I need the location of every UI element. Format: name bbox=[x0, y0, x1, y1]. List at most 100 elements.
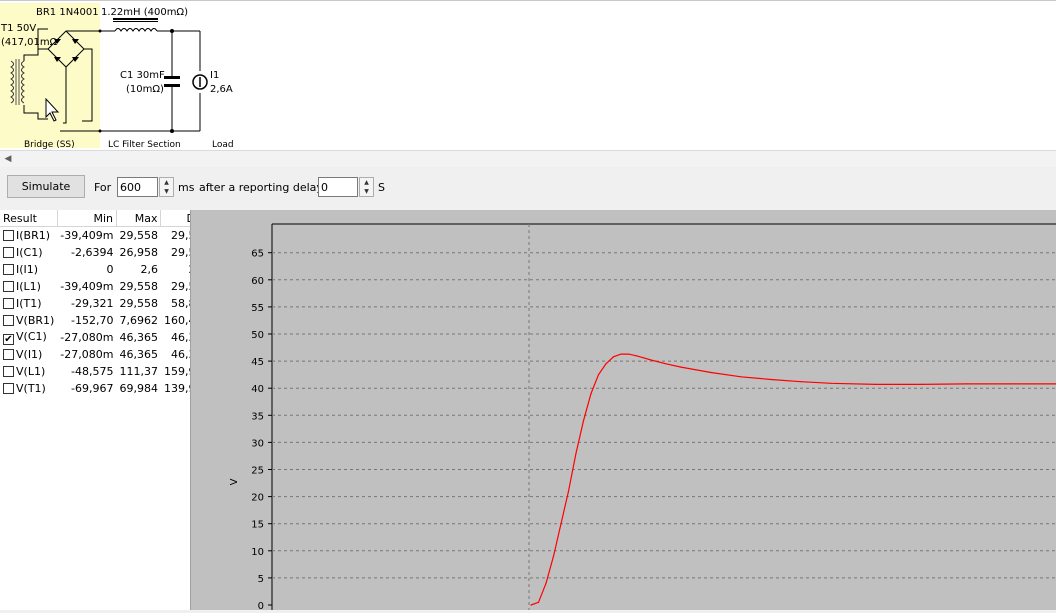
spin-down-icon[interactable]: ▼ bbox=[160, 187, 173, 196]
data-point bbox=[965, 383, 967, 385]
data-point bbox=[800, 381, 802, 383]
spin-up-icon[interactable]: ▲ bbox=[360, 178, 373, 187]
capacitor-label[interactable]: C1 30mF bbox=[120, 70, 165, 81]
load-current-label[interactable]: 2,6A bbox=[210, 84, 233, 95]
result-checkbox[interactable] bbox=[3, 230, 14, 241]
transformer-label[interactable]: T1 50V bbox=[1, 23, 36, 34]
result-name: I(BR1) bbox=[16, 229, 51, 242]
result-row[interactable]: I(I1) 0 2,62 bbox=[0, 261, 190, 278]
data-point bbox=[627, 353, 630, 355]
y-tick-label: 60 bbox=[251, 276, 264, 287]
result-checkbox[interactable] bbox=[3, 315, 14, 326]
result-max: 69,984 bbox=[119, 382, 158, 395]
capacitor-esr-label[interactable]: (10mΩ) bbox=[126, 84, 164, 95]
result-name-cell[interactable]: I(T1) bbox=[0, 295, 57, 312]
result-row[interactable]: V(L1) -48,575 111,37 159,9 bbox=[0, 363, 190, 380]
result-name: V(BR1) bbox=[16, 314, 55, 327]
data-point bbox=[545, 582, 547, 584]
result-name-cell[interactable]: ✔ V(C1) bbox=[0, 329, 57, 346]
data-point bbox=[582, 420, 585, 422]
y-tick-label: 45 bbox=[251, 357, 264, 368]
data-point bbox=[605, 363, 607, 365]
result-min: -39,409m bbox=[60, 229, 114, 242]
y-tick-label: 30 bbox=[251, 438, 264, 449]
bridge-label[interactable]: BR1 1N4001 bbox=[36, 7, 99, 18]
data-point bbox=[590, 393, 592, 395]
scroll-left-arrow-icon[interactable]: ◀ bbox=[0, 151, 16, 167]
result-row[interactable]: V(BR1) -152,70 7,6962 160,4 bbox=[0, 312, 190, 329]
result-name-cell[interactable]: I(BR1) bbox=[0, 227, 57, 245]
spin-up-icon[interactable]: ▲ bbox=[160, 178, 173, 187]
result-row[interactable]: I(C1) -2,6394 26,958 29,5 bbox=[0, 244, 190, 261]
data-point bbox=[665, 363, 667, 365]
load-label[interactable]: I1 bbox=[210, 70, 219, 81]
result-min: 0 bbox=[106, 263, 114, 276]
result-checkbox[interactable] bbox=[3, 247, 14, 258]
result-min: -48,575 bbox=[71, 365, 114, 378]
simulate-button[interactable]: Simulate bbox=[7, 175, 85, 198]
delay-input[interactable] bbox=[318, 177, 358, 197]
data-point bbox=[567, 490, 570, 492]
result-row[interactable]: ✔V(C1)-27,080m46,36546,3 bbox=[0, 329, 190, 346]
result-d: 160,4 bbox=[163, 314, 190, 327]
result-max: 46,365 bbox=[119, 331, 158, 344]
result-checkbox[interactable] bbox=[3, 383, 14, 394]
y-tick-label: 65 bbox=[251, 249, 264, 260]
result-name-cell[interactable]: I(I1) bbox=[0, 261, 57, 278]
result-row[interactable]: V(I1) -27,080m 46,365 46,3 bbox=[0, 346, 190, 363]
result-max: 46,365 bbox=[119, 348, 158, 361]
result-max: 29,558 bbox=[119, 297, 158, 310]
result-checkbox[interactable] bbox=[3, 281, 14, 292]
result-name: V(L1) bbox=[16, 365, 46, 378]
inductor-label[interactable]: 1.22mH (400mΩ) bbox=[101, 7, 188, 18]
result-name: I(L1) bbox=[16, 280, 41, 293]
schematic-panel: BR1 1N4001 1.22mH (400mΩ) T1 50V (417,01… bbox=[0, 0, 1056, 151]
data-point bbox=[650, 359, 652, 361]
result-max: 7,6962 bbox=[119, 314, 158, 327]
data-point bbox=[620, 353, 622, 355]
result-min: -39,409m bbox=[60, 280, 114, 293]
result-row[interactable]: V(T1) -69,967 69,984 139,9 bbox=[0, 380, 190, 397]
result-name-cell[interactable]: I(C1) bbox=[0, 244, 57, 261]
result-max: 111,37 bbox=[119, 365, 158, 378]
result-d: 29,5 bbox=[170, 229, 190, 242]
y-tick-label: 40 bbox=[251, 384, 264, 395]
spin-down-icon[interactable]: ▼ bbox=[360, 187, 373, 196]
result-name-cell[interactable]: V(I1) bbox=[0, 346, 57, 363]
result-name: I(T1) bbox=[16, 297, 42, 310]
result-min: -69,967 bbox=[71, 382, 114, 395]
column-header-d[interactable]: D bbox=[160, 210, 190, 227]
column-header-max[interactable]: Max bbox=[116, 210, 162, 227]
result-name-cell[interactable]: I(L1) bbox=[0, 278, 57, 295]
result-min: -27,080m bbox=[60, 348, 114, 361]
data-point bbox=[575, 452, 577, 454]
result-max: 26,958 bbox=[119, 246, 158, 259]
result-row[interactable]: I(L1) -39,409m 29,558 29,5 bbox=[0, 278, 190, 295]
result-row[interactable]: I(BR1) -39,409m 29,558 29,5 bbox=[0, 227, 190, 245]
result-name-cell[interactable]: V(BR1) bbox=[0, 312, 57, 329]
result-checkbox[interactable] bbox=[3, 349, 14, 360]
column-header-min[interactable]: Min bbox=[57, 210, 117, 227]
column-header-result[interactable]: Result bbox=[0, 210, 58, 227]
result-d: 46,3 bbox=[170, 348, 190, 361]
delay-spinner[interactable]: ▲ ▼ bbox=[359, 177, 374, 197]
result-d: 29,5 bbox=[170, 280, 190, 293]
result-checkbox[interactable] bbox=[3, 264, 14, 275]
chart-area: 0 5 10 15 20 25 30 35 40 45 50 55 60 65 V bbox=[191, 210, 1056, 612]
result-name-cell[interactable]: V(L1) bbox=[0, 363, 57, 380]
result-row[interactable]: I(T1) -29,321 29,558 58,8 bbox=[0, 295, 190, 312]
duration-input[interactable] bbox=[117, 177, 158, 197]
horizontal-scrollbar[interactable]: ◀ bbox=[0, 150, 1056, 168]
result-name-cell[interactable]: V(T1) bbox=[0, 380, 57, 397]
data-point bbox=[612, 356, 615, 358]
result-checkbox[interactable]: ✔ bbox=[3, 334, 14, 345]
duration-spinner[interactable]: ▲ ▼ bbox=[159, 177, 174, 197]
result-checkbox[interactable] bbox=[3, 366, 14, 377]
transformer-resistance-label[interactable]: (417,01mΩ bbox=[1, 37, 57, 48]
result-checkbox[interactable] bbox=[3, 298, 14, 309]
data-point bbox=[830, 382, 832, 384]
data-point bbox=[875, 383, 877, 385]
y-tick-label: 25 bbox=[251, 466, 264, 477]
y-tick-label: 20 bbox=[251, 493, 264, 504]
data-point bbox=[710, 371, 712, 374]
